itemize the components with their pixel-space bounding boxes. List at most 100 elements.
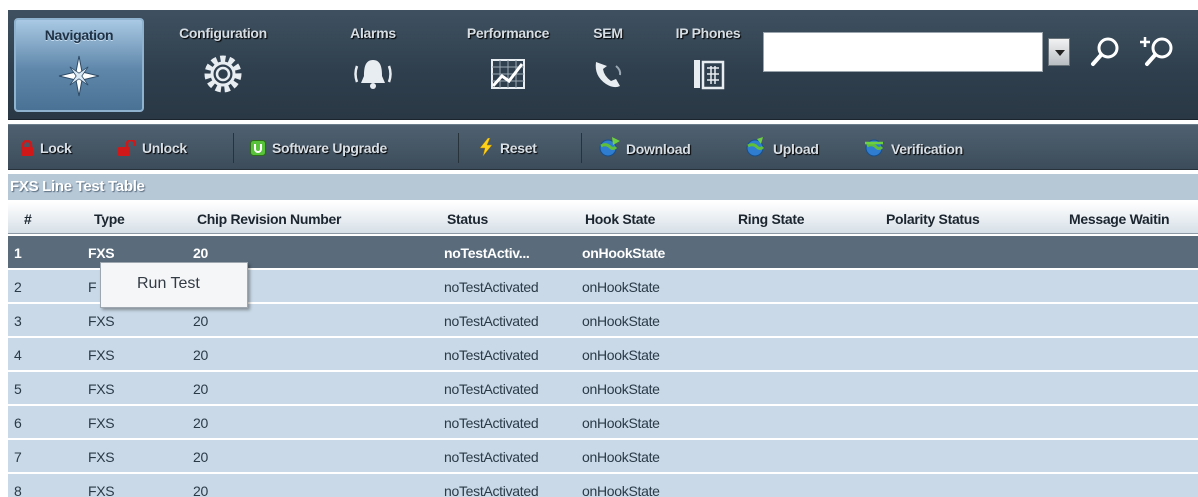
- reset-label: Reset: [500, 140, 537, 156]
- desk-phone-icon: [694, 60, 725, 90]
- cell-number: 7: [14, 449, 22, 465]
- column-header-status[interactable]: Status: [447, 211, 488, 227]
- search-icon[interactable]: [1088, 34, 1124, 70]
- cell-chip-revision: 20: [193, 449, 208, 465]
- cell-status: noTestActivated: [444, 415, 539, 431]
- run-test-menu-item[interactable]: Run Test: [137, 275, 200, 293]
- table-row[interactable]: 8 FXS 20 noTestActivated onHookState: [8, 474, 1198, 497]
- unlock-icon: [118, 138, 137, 156]
- cell-chip-revision: 20: [193, 347, 208, 363]
- cell-type: FXS: [88, 381, 115, 397]
- cell-status: noTestActivated: [444, 381, 539, 397]
- cell-type: FXS: [88, 449, 115, 465]
- cell-number: 8: [14, 483, 22, 497]
- cell-status: noTestActivated: [444, 313, 539, 329]
- bell-icon: [354, 60, 392, 89]
- advanced-search-icon[interactable]: [1138, 34, 1178, 70]
- reset-button[interactable]: Reset: [478, 137, 537, 159]
- upload-icon: [746, 137, 765, 157]
- cell-number: 1: [14, 245, 22, 261]
- lock-button[interactable]: Lock: [20, 137, 72, 159]
- compass-star-icon: [58, 55, 100, 97]
- verification-icon: [865, 139, 884, 157]
- chart-icon: [491, 59, 525, 89]
- cell-status: noTestActivated: [444, 483, 539, 497]
- cell-hook-state: onHookState: [582, 381, 660, 397]
- cell-number: 4: [14, 347, 22, 363]
- cell-number: 3: [14, 313, 22, 329]
- cell-type: FXS: [88, 245, 115, 261]
- main-navigation-bar: Navigation Configuration Alarms Performa…: [8, 10, 1198, 120]
- gear-icon: [204, 55, 242, 93]
- tab-navigation-label: Navigation: [44, 27, 114, 43]
- lock-label: Lock: [40, 140, 72, 156]
- cell-status: noTestActivated: [444, 449, 539, 465]
- table-row[interactable]: 6 FXS 20 noTestActivated onHookState: [8, 406, 1198, 439]
- cell-chip-revision: 20: [193, 483, 208, 497]
- column-header-chip-revision[interactable]: Chip Revision Number: [197, 211, 341, 227]
- cell-hook-state: onHookState: [582, 347, 660, 363]
- action-toolbar: Lock Unlock Software Upgrade Reset Downl…: [8, 124, 1198, 170]
- tab-ip-phones-label: IP Phones: [675, 25, 741, 41]
- cell-status: noTestActivated: [444, 347, 539, 363]
- cell-hook-state: onHookState: [582, 279, 660, 295]
- cell-chip-revision: 20: [193, 245, 208, 261]
- upload-label: Upload: [773, 141, 819, 157]
- cell-chip-revision: 20: [193, 313, 208, 329]
- lock-icon: [21, 139, 33, 156]
- software-upgrade-label: Software Upgrade: [272, 140, 387, 156]
- verification-label: Verification: [891, 141, 963, 157]
- unlock-button[interactable]: Unlock: [118, 137, 187, 159]
- download-button[interactable]: Download: [598, 137, 691, 159]
- cell-hook-state: onHookState: [582, 313, 660, 329]
- software-upgrade-button[interactable]: Software Upgrade: [250, 137, 387, 159]
- cell-chip-revision: 20: [193, 415, 208, 431]
- cell-type: FXS: [88, 483, 115, 497]
- column-header-message-waiting[interactable]: Message Waitin: [1069, 211, 1170, 227]
- cell-type: FXS: [88, 313, 115, 329]
- search-input[interactable]: [763, 32, 1043, 72]
- cell-status: noTestActiv...: [444, 245, 530, 261]
- download-icon: [599, 137, 620, 157]
- tab-sem[interactable]: SEM: [568, 18, 648, 112]
- phone-handset-icon: [595, 62, 622, 88]
- table-row[interactable]: 3 FXS 20 noTestActivated onHookState: [8, 304, 1198, 337]
- tab-ip-phones[interactable]: IP Phones: [658, 18, 758, 112]
- cell-type: FXS: [88, 347, 115, 363]
- toolbar-divider: [581, 133, 582, 163]
- context-menu: Run Test: [100, 262, 248, 308]
- cell-number: 6: [14, 415, 22, 431]
- tab-alarms[interactable]: Alarms: [308, 18, 438, 112]
- table-row[interactable]: 7 FXS 20 noTestActivated onHookState: [8, 440, 1198, 473]
- tab-configuration-label: Configuration: [179, 25, 267, 41]
- cell-chip-revision: 20: [193, 381, 208, 397]
- cell-type: FXS: [88, 415, 115, 431]
- download-label: Download: [626, 141, 691, 157]
- upgrade-icon: [250, 140, 266, 156]
- tab-alarms-label: Alarms: [350, 25, 396, 41]
- search-dropdown-button[interactable]: [1048, 38, 1070, 66]
- cell-status: noTestActivated: [444, 279, 539, 295]
- table-row[interactable]: 5 FXS 20 noTestActivated onHookState: [8, 372, 1198, 405]
- table-row[interactable]: 4 FXS 20 noTestActivated onHookState: [8, 338, 1198, 371]
- table-title: FXS Line Test Table: [8, 174, 1198, 200]
- column-header-ring-state[interactable]: Ring State: [738, 211, 805, 227]
- tab-navigation[interactable]: Navigation: [14, 18, 144, 112]
- cell-hook-state: onHookState: [582, 483, 660, 497]
- column-header-hook-state[interactable]: Hook State: [585, 211, 655, 227]
- cell-number: 5: [14, 381, 22, 397]
- column-header-type[interactable]: Type: [94, 211, 125, 227]
- cell-hook-state: onHookState: [582, 245, 666, 261]
- lightning-icon: [479, 137, 493, 157]
- column-header-number[interactable]: #: [24, 211, 32, 227]
- tab-configuration[interactable]: Configuration: [158, 18, 288, 112]
- upload-button[interactable]: Upload: [745, 137, 819, 159]
- verification-button[interactable]: Verification: [863, 137, 963, 159]
- cell-hook-state: onHookState: [582, 415, 660, 431]
- tab-performance[interactable]: Performance: [443, 18, 573, 112]
- cell-hook-state: onHookState: [582, 449, 660, 465]
- column-header-polarity-status[interactable]: Polarity Status: [886, 211, 980, 227]
- tab-performance-label: Performance: [466, 25, 550, 41]
- table-header: # Type Chip Revision Number Status Hook …: [8, 202, 1198, 234]
- toolbar-divider: [458, 133, 459, 163]
